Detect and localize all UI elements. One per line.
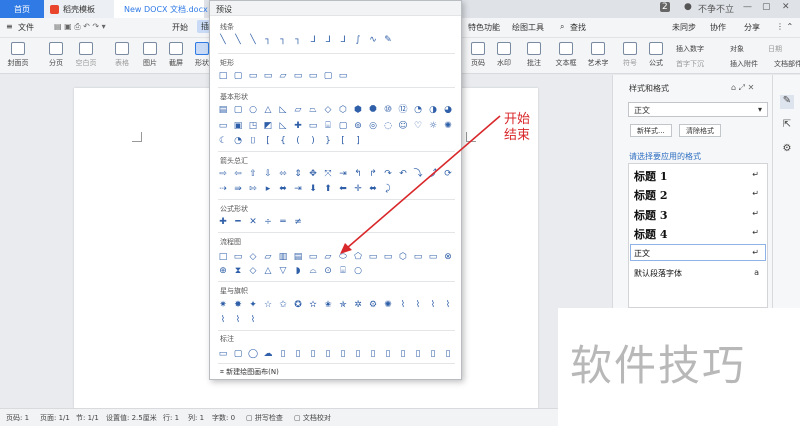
annotation-arrow (340, 115, 501, 254)
